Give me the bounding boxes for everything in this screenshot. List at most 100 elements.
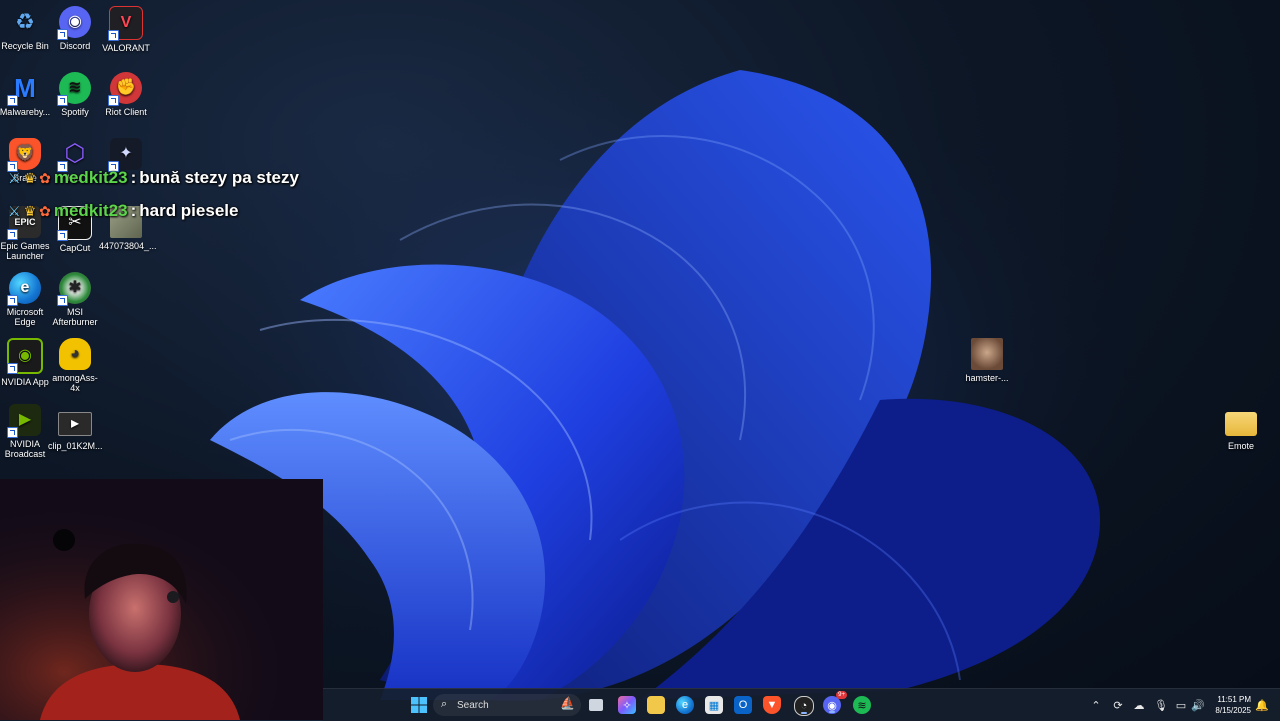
chat-colon: : [130, 168, 137, 187]
chat-text: bună stezy pa stezy [139, 168, 299, 187]
desktop-icon-label: Riot Client [105, 107, 147, 117]
volume-icon[interactable]: 🔊 [1191, 698, 1205, 712]
clock-time: 11:51 PM [1217, 695, 1251, 704]
desktop-icon-riot-client[interactable]: ✊ Riot Client [99, 72, 153, 117]
copilot-icon: ✧ [622, 699, 632, 712]
desktop-icon-nvidia-broadcast[interactable]: ▶ NVIDIA Broadcast [0, 404, 52, 459]
search-highlight-icon: ⛵ [560, 696, 575, 710]
tray-cloud-icon[interactable]: ☁ [1132, 698, 1146, 712]
desktop-icon-emote-file[interactable]: ◕ amongAss-4x [48, 338, 102, 393]
search-placeholder: Search [457, 699, 489, 711]
edge-icon: e [681, 699, 689, 711]
desktop-icon-label: amongAss-4x [52, 373, 98, 393]
chat-message: ⚔ ♛ ✿ medkit23: bună stezy pa stezy [8, 168, 299, 188]
desktop-icon-label: CapCut [59, 243, 91, 253]
desktop-icon-edge[interactable]: e Microsoft Edge [0, 272, 52, 327]
desktop-icon-label: Microsoft Edge [6, 307, 44, 327]
desktop-icon-label: NVIDIA App [1, 377, 49, 387]
file-explorer-button[interactable] [647, 696, 665, 714]
desktop-icon-label: Spotify [61, 107, 89, 117]
desktop-icon-malwarebytes[interactable]: M Malwareby... [0, 72, 52, 117]
webcam-feed [0, 479, 323, 720]
start-button[interactable] [410, 696, 428, 714]
desktop-icon-label: 447073804_... [99, 241, 157, 251]
valorant-icon: V [108, 6, 143, 41]
desktop-icon-discord[interactable]: ◉ Discord [48, 6, 102, 51]
video-file-icon: ▸ [58, 412, 92, 436]
edge-taskbar-button[interactable]: e [676, 696, 694, 714]
desktop-icon-label: hamster-... [965, 373, 1009, 383]
brave-taskbar-button[interactable]: ▼ [763, 696, 781, 714]
sword-badge-icon: ⚔ [8, 169, 21, 186]
discord-icon: ◉ [57, 6, 91, 40]
nvidia-app-icon: ◉ [7, 338, 43, 374]
taskbar: ⌕ Search ⛵ ✧ e ▦ O ▼ ◔ ◉ 9+ ≋ ⌃ ⟳ ☁ 🎙 ▭ … [323, 688, 1280, 721]
desktop-icon-video-file[interactable]: ▸ clip_01K2M... [48, 404, 103, 451]
clock-date: 8/15/2025 [1215, 706, 1251, 715]
taskbar-clock[interactable]: 11:51 PM 8/15/2025 [1211, 694, 1251, 716]
show-hidden-icons-button[interactable]: ⌃ [1089, 698, 1103, 712]
gift-badge-icon: ✿ [39, 202, 51, 219]
task-view-button[interactable] [589, 699, 603, 711]
sword-badge-icon: ⚔ [8, 202, 21, 219]
copilot-button[interactable]: ✧ [618, 696, 636, 714]
spotify-icon: ≋ [857, 699, 867, 712]
desktop-icon-label: Emote [1227, 441, 1254, 451]
desktop-icon-hamster-image[interactable]: hamster-... [960, 338, 1014, 383]
outlook-icon: O [738, 699, 748, 711]
crown-badge-icon: ♛ [23, 202, 37, 219]
notification-bell-icon[interactable]: 🔔 [1255, 698, 1269, 712]
folder-icon [1225, 412, 1257, 436]
brave-icon: 🦁 [7, 138, 41, 172]
display-icon[interactable]: ▭ [1174, 698, 1188, 712]
brave-icon: ▼ [766, 699, 778, 711]
chat-text: hard piesele [139, 201, 239, 220]
obs-taskbar-button[interactable]: ◔ [794, 696, 814, 716]
riot-client-icon: ✊ [108, 72, 142, 106]
desktop-icon-emote-folder[interactable]: Emote [1214, 406, 1268, 451]
taskbar-search-box[interactable]: ⌕ Search ⛵ [433, 694, 581, 716]
recycle-bin-icon: ♻ [15, 9, 35, 34]
gift-badge-icon: ✿ [39, 169, 51, 186]
nvidia-broadcast-icon: ▶ [7, 404, 41, 438]
desktop-icon-nvidia-app[interactable]: ◉ NVIDIA App [0, 338, 52, 387]
discord-taskbar-button[interactable]: ◉ 9+ [823, 691, 847, 714]
desktop-icon-label: Recycle Bin [1, 41, 49, 51]
malwarebytes-icon: M [7, 72, 41, 106]
emote-file-icon: ◕ [59, 338, 91, 370]
chevron-up-icon: ⌃ [1091, 699, 1101, 712]
obs-icon: ◔ [800, 700, 808, 712]
crown-badge-icon: ♛ [23, 169, 37, 186]
spotify-icon: ≋ [57, 72, 91, 106]
spotify-taskbar-button[interactable]: ≋ [853, 696, 871, 714]
tray-sync-icon[interactable]: ⟳ [1111, 698, 1125, 712]
desktop-icon-msi-afterburner[interactable]: ✱ MSI Afterburner [48, 272, 102, 327]
chat-username: medkit23 [53, 168, 128, 187]
chat-username: medkit23 [53, 201, 128, 220]
desktop-icon-label: Discord [59, 41, 91, 51]
desktop-icon-spotify[interactable]: ≋ Spotify [48, 72, 102, 117]
running-indicator [801, 712, 807, 714]
desktop-icon-label: NVIDIA Broadcast [4, 439, 46, 459]
game-app-icon: ✦ [108, 138, 142, 172]
chat-message: ⚔ ♛ ✿ medkit23: hard piesele [8, 201, 238, 221]
notification-badge: 9+ [836, 691, 847, 699]
cube-app-icon: ⬡ [57, 138, 91, 172]
desktop-icon-label: VALORANT [102, 43, 150, 53]
outlook-button[interactable]: O [734, 696, 752, 714]
webcam-image [0, 479, 323, 720]
microsoft-store-button[interactable]: ▦ [705, 696, 723, 714]
search-icon: ⌕ [441, 698, 448, 710]
running-indicator [829, 711, 835, 713]
discord-icon: ◉ [827, 699, 837, 712]
microphone-icon[interactable]: 🎙 [1154, 698, 1168, 712]
edge-icon: e [7, 272, 41, 306]
windows-logo-icon [411, 697, 427, 713]
desktop-icon-recycle-bin[interactable]: ♻ Recycle Bin [0, 6, 52, 52]
desktop-icon-label: Malwareby... [0, 107, 51, 117]
msi-afterburner-icon: ✱ [57, 272, 91, 306]
store-icon: ▦ [708, 699, 720, 712]
desktop-icon-label: clip_01K2M... [48, 441, 103, 451]
desktop-icon-label: Epic Games Launcher [0, 241, 50, 261]
desktop-icon-valorant[interactable]: V VALORANT [99, 6, 153, 53]
